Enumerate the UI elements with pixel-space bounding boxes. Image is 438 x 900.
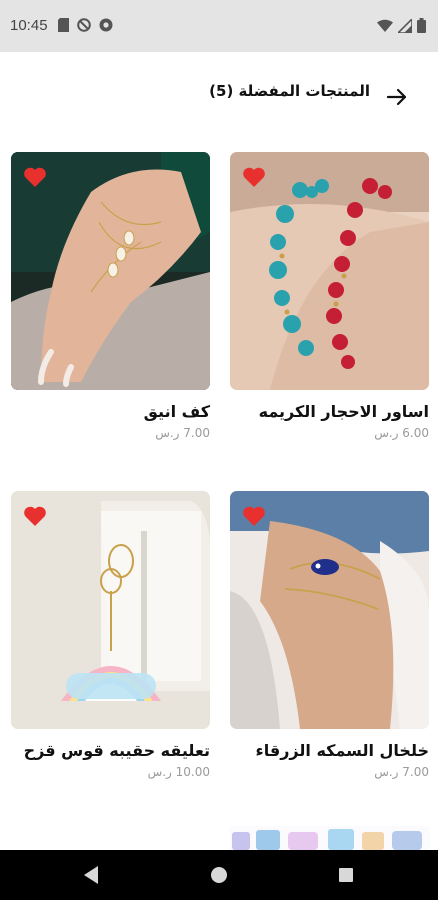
heart-icon[interactable]	[23, 166, 47, 188]
product-image[interactable]	[11, 491, 210, 729]
header: المنتجات المفضلة (5)	[0, 52, 438, 132]
status-icons-left	[58, 18, 113, 32]
status-time: 10:45	[10, 17, 48, 34]
next-product-image[interactable]	[230, 826, 430, 850]
status-icons-right	[377, 18, 426, 33]
product-price: 7.00 ر.س	[155, 426, 210, 440]
product-name[interactable]: اساور الاحجار الكريمه	[230, 400, 429, 424]
product-name[interactable]: تعليقه حقيبه قوس قزح	[11, 739, 210, 763]
nav-recents-icon[interactable]	[339, 868, 353, 882]
heart-icon[interactable]	[242, 505, 266, 527]
product-image[interactable]	[11, 152, 210, 390]
nav-home-icon[interactable]	[211, 867, 227, 883]
sd-card-icon	[58, 18, 69, 32]
no-disturb-icon	[77, 18, 91, 32]
battery-icon	[417, 18, 426, 33]
product-name[interactable]: كف انيق	[11, 400, 210, 424]
nav-back-icon[interactable]	[84, 866, 98, 884]
heart-icon[interactable]	[23, 505, 47, 527]
product-price: 6.00 ر.س	[374, 426, 429, 440]
product-price: 10.00 ر.س	[147, 765, 210, 779]
chrome-icon	[99, 18, 113, 32]
product-card[interactable]: تعليقه حقيبه قوس قزح 10.00 ر.س	[11, 491, 210, 781]
product-image[interactable]	[230, 152, 429, 390]
wifi-icon	[377, 19, 393, 32]
product-card[interactable]: كف انيق 7.00 ر.س	[11, 152, 210, 442]
product-name[interactable]: خلخال السمكه الزرقاء	[230, 739, 429, 763]
product-price: 7.00 ر.س	[374, 765, 429, 779]
product-image[interactable]	[230, 491, 429, 729]
stickers-image	[230, 826, 430, 850]
product-card[interactable]: اساور الاحجار الكريمه 6.00 ر.س	[230, 152, 429, 442]
product-card[interactable]: خلخال السمكه الزرقاء 7.00 ر.س	[230, 491, 429, 781]
status-bar: 10:45	[0, 0, 438, 52]
navigation-bar	[0, 850, 438, 900]
signal-icon	[398, 18, 412, 33]
arrow-right-icon[interactable]	[385, 85, 409, 109]
heart-icon[interactable]	[242, 166, 266, 188]
page-title: المنتجات المفضلة (5)	[209, 82, 370, 100]
